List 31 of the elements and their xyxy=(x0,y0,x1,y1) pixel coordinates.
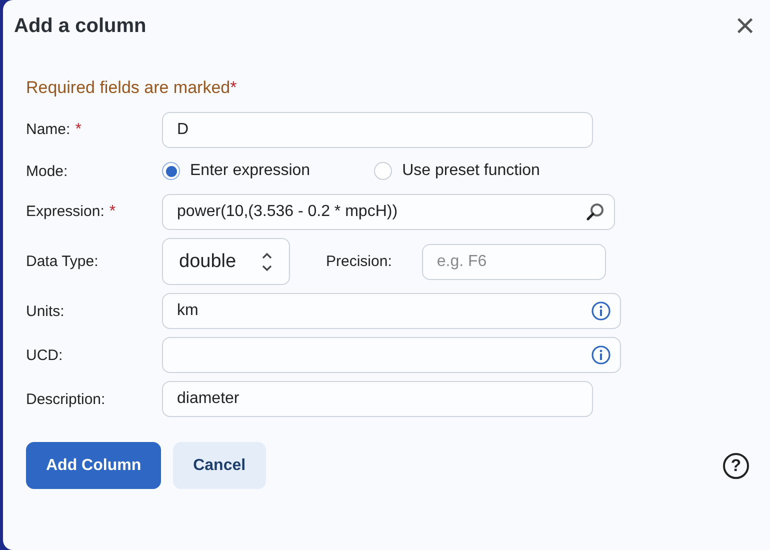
dialog-title: Add a column xyxy=(14,14,146,38)
field-label: Precision: xyxy=(326,253,392,270)
input-field[interactable]: km xyxy=(162,293,621,329)
input-field[interactable]: D xyxy=(162,112,593,148)
search-icon[interactable] xyxy=(585,202,605,222)
help-button[interactable]: ? xyxy=(723,452,749,478)
close-button[interactable]: × xyxy=(731,9,759,43)
cancel-button[interactable]: Cancel xyxy=(173,442,266,489)
add-column-button[interactable]: Add Column xyxy=(26,442,162,489)
field-label: Name: xyxy=(26,121,70,138)
input-field[interactable]: power(10,(3.536 - 0.2 * mpcH)) xyxy=(162,194,615,230)
radio-button[interactable] xyxy=(162,162,180,180)
field-label: Units: xyxy=(26,302,66,320)
info-icon[interactable] xyxy=(591,301,611,321)
radio-option[interactable]: Enter expression xyxy=(162,162,310,180)
required-mark: * xyxy=(75,121,82,138)
radio-button[interactable] xyxy=(374,162,392,180)
radio-option[interactable]: Use preset function xyxy=(374,162,540,180)
input-field[interactable]: e.g. F6 xyxy=(422,244,606,280)
required-notice: Required fields are marked* xyxy=(26,78,238,98)
field-label: Expression: xyxy=(26,203,104,220)
field-label: Description: xyxy=(26,390,106,408)
field-label: UCD: xyxy=(26,346,64,364)
data-type-select[interactable]: double xyxy=(162,238,290,285)
required-mark: * xyxy=(109,203,116,220)
input-field[interactable] xyxy=(162,337,621,373)
field-label: Mode: xyxy=(26,162,69,180)
info-icon[interactable] xyxy=(591,345,611,365)
chevron-updown-icon xyxy=(261,250,273,272)
input-field[interactable]: diameter xyxy=(162,381,593,417)
field-label: Data Type: xyxy=(26,253,100,270)
